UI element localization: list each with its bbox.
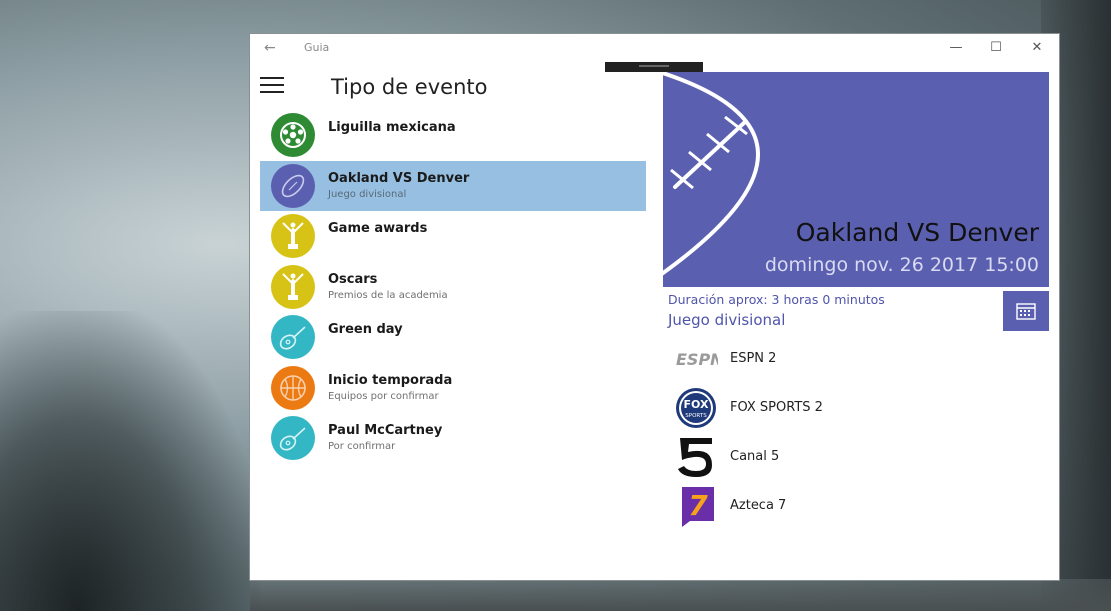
event-subtitle: Premios de la academia (328, 289, 448, 301)
espn-logo: ESPN (674, 339, 718, 379)
channel-list: ESPN ESPN 2 FOX SPORTS FOX SPORTS 2 ★ Canal 5 7… (668, 334, 1048, 530)
trophy-icon (271, 264, 315, 309)
event-list-item[interactable]: Inicio temporada Equipos por confirmar (260, 363, 646, 414)
svg-text:ESPN: ESPN (676, 350, 718, 369)
app-window: ← Guia — ☐ ✕ Tipo de evento Liguilla mex… (250, 34, 1059, 580)
event-list-item[interactable]: Liguilla mexicana (260, 110, 646, 161)
channel-name: Canal 5 (730, 449, 780, 464)
event-name: Oscars (328, 271, 378, 287)
event-subtitle: Equipos por confirmar (328, 390, 439, 402)
event-list-item[interactable]: Oscars Premios de la academia (260, 262, 646, 313)
maximize-button[interactable]: ☐ (976, 36, 1016, 60)
soccer-ball-icon (271, 113, 315, 157)
event-name: Green day (328, 322, 403, 337)
azteca7-logo: 7 (674, 486, 718, 527)
wallpaper-shadow (0, 311, 260, 611)
basketball-icon (271, 365, 315, 410)
channel-item: 7 Azteca 7 (668, 481, 1048, 530)
guitar-icon (271, 416, 315, 460)
svg-text:SPORTS: SPORTS (685, 413, 707, 419)
channel-name: Azteca 7 (730, 498, 787, 513)
wallpaper-bottom (250, 579, 1111, 611)
event-subtitle: Juego divisional (328, 188, 407, 200)
event-type-label: Juego divisional (668, 311, 786, 329)
football-icon (271, 163, 315, 208)
event-duration: Duración aprox: 3 horas 0 minutos (668, 292, 885, 307)
page-title: Tipo de evento (331, 75, 488, 99)
svg-text:FOX: FOX (684, 398, 709, 411)
channel-item: FOX SPORTS FOX SPORTS 2 (668, 383, 1048, 432)
close-button[interactable]: ✕ (1017, 36, 1057, 60)
svg-text:★: ★ (691, 461, 700, 472)
channel-name: ESPN 2 (730, 351, 777, 366)
event-title: Oakland VS Denver (795, 218, 1039, 247)
event-name: Paul McCartney (328, 423, 443, 438)
event-datetime: domingo nov. 26 2017 15:00 (764, 254, 1039, 276)
event-subtitle: Por confirmar (328, 441, 396, 452)
event-name: Game awards (328, 221, 428, 236)
trophy-icon (271, 214, 315, 258)
guitar-icon (271, 315, 315, 359)
event-list-item[interactable]: Paul McCartney Por confirmar (260, 413, 646, 464)
event-list-item[interactable]: Oakland VS Denver Juego divisional (260, 160, 646, 211)
event-hero-banner: Oakland VS Denver domingo nov. 26 2017 1… (663, 72, 1049, 287)
event-name: Oakland VS Denver (328, 170, 470, 186)
event-name: Inicio temporada (328, 372, 453, 388)
event-name: Liguilla mexicana (328, 120, 456, 135)
calendar-icon (1016, 303, 1036, 320)
canal5-logo: ★ (674, 437, 718, 477)
back-button[interactable]: ← (264, 38, 282, 58)
event-list-item[interactable]: Green day (260, 312, 646, 363)
hamburger-icon[interactable] (260, 77, 284, 95)
channel-name: FOX SPORTS 2 (730, 400, 823, 415)
app-title: Guia (304, 41, 330, 54)
channel-item: ★ Canal 5 (668, 432, 1048, 481)
event-list-item[interactable]: Game awards (260, 211, 646, 262)
fox-sports-logo: FOX SPORTS (674, 388, 718, 428)
add-to-calendar-button[interactable] (1003, 291, 1049, 331)
minimize-button[interactable]: — (936, 36, 976, 60)
svg-text:7: 7 (688, 489, 708, 522)
title-bar: ← Guia — ☐ ✕ (250, 34, 1059, 62)
channel-item: ESPN ESPN 2 (668, 334, 1048, 383)
pane-splitter-handle[interactable] (605, 62, 703, 72)
